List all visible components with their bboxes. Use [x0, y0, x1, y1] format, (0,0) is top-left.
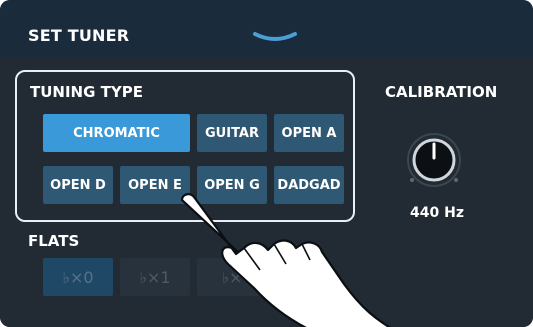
flats-label: FLATS	[28, 232, 80, 250]
tuning-open-d-button[interactable]: OPEN D	[43, 166, 113, 204]
page-title: SET TUNER	[28, 26, 130, 45]
tuning-guitar-button[interactable]: GUITAR	[197, 114, 267, 152]
header-bar: SET TUNER	[0, 0, 533, 58]
tuning-open-a-button[interactable]: OPEN A	[274, 114, 344, 152]
calibration-knob[interactable]	[406, 132, 462, 188]
tuning-type-label: TUNING TYPE	[30, 83, 143, 101]
calibration-label: CALIBRATION	[385, 83, 498, 101]
tuning-chromatic-button[interactable]: CHROMATIC	[43, 114, 190, 152]
chevron-down-icon[interactable]	[252, 30, 298, 46]
flats-0-button[interactable]: ♭×0	[43, 258, 113, 296]
tuner-screen: SET TUNER TUNING TYPE CHROMATIC GUITAR O…	[0, 0, 533, 327]
calibration-value: 440 Hz	[410, 205, 464, 221]
pointing-hand-icon	[180, 193, 391, 327]
